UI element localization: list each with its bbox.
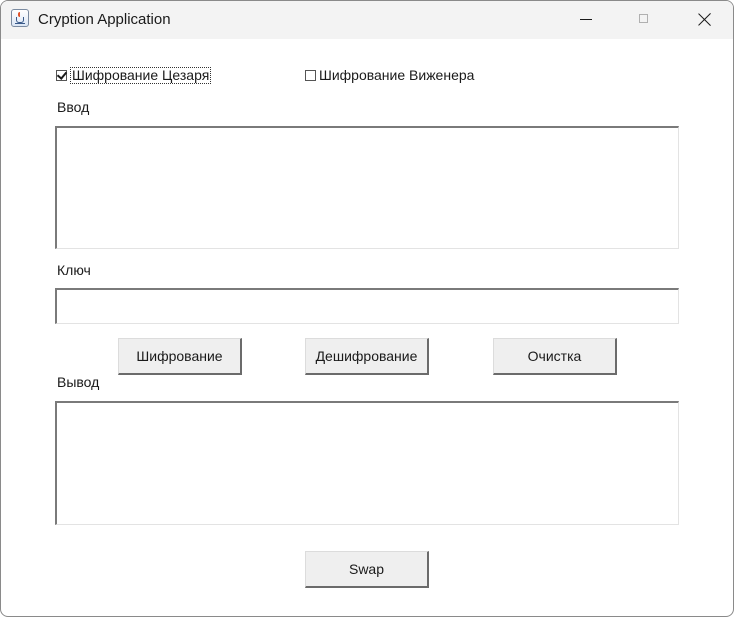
decrypt-button[interactable]: Дешифрование [305, 338, 429, 375]
encrypt-button[interactable]: Шифрование [118, 338, 242, 375]
output-textarea[interactable] [55, 401, 679, 525]
checkbox-checked-icon[interactable] [56, 70, 67, 81]
window-title: Cryption Application [38, 11, 171, 28]
key-label: Ключ [57, 262, 91, 278]
output-label: Вывод [57, 374, 100, 390]
close-button[interactable] [681, 1, 727, 39]
app-window: Cryption Application Шифрование Цезаря Ш… [0, 0, 734, 617]
clear-button[interactable]: Очистка [493, 338, 617, 375]
caesar-checkbox[interactable]: Шифрование Цезаря [56, 67, 212, 84]
checkbox-unchecked-icon[interactable] [305, 70, 316, 81]
close-icon [697, 12, 712, 27]
java-cup-icon [11, 9, 29, 27]
vigenere-checkbox-label[interactable]: Шифрование Виженера [319, 67, 474, 84]
title-bar[interactable]: Cryption Application [1, 1, 733, 39]
minimize-icon [580, 19, 592, 20]
input-label: Ввод [57, 99, 90, 115]
input-textarea[interactable] [55, 126, 679, 249]
maximize-icon [639, 14, 648, 23]
swap-button[interactable]: Swap [305, 551, 429, 588]
maximize-button[interactable] [621, 1, 667, 39]
key-input[interactable] [55, 288, 679, 324]
minimize-button[interactable] [564, 1, 610, 39]
vigenere-checkbox[interactable]: Шифрование Виженера [305, 67, 474, 84]
caesar-checkbox-label[interactable]: Шифрование Цезаря [70, 67, 212, 84]
